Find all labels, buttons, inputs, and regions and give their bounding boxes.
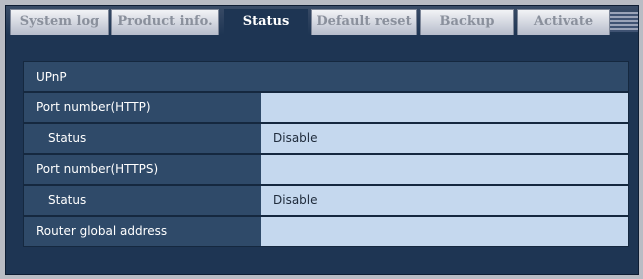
row-port-number-https: Port number(HTTPS) xyxy=(23,154,629,185)
row-http-status: Status Disable xyxy=(23,123,629,154)
tab-bar: System log Product info. Status Default … xyxy=(6,6,638,37)
row-router-global-address: Router global address xyxy=(23,216,629,247)
tab-default-reset[interactable]: Default reset xyxy=(311,9,417,35)
row-https-status: Status Disable xyxy=(23,185,629,216)
port-number-https-label: Port number(HTTPS) xyxy=(36,162,159,176)
maintenance-window: System log Product info. Status Default … xyxy=(5,5,639,275)
tab-status[interactable]: Status xyxy=(224,9,308,37)
http-status-label: Status xyxy=(48,131,87,145)
tab-activate[interactable]: Activate xyxy=(517,9,610,35)
port-number-http-label: Port number(HTTP) xyxy=(36,100,151,114)
tab-system-log[interactable]: System log xyxy=(10,9,109,35)
tab-product-info[interactable]: Product info. xyxy=(111,9,219,35)
row-port-number-http: Port number(HTTP) xyxy=(23,92,629,123)
port-number-http-value xyxy=(261,93,628,122)
port-number-https-value xyxy=(261,155,628,184)
tab-backup[interactable]: Backup xyxy=(420,9,514,35)
router-global-address-value xyxy=(261,217,628,246)
https-status-label: Status xyxy=(48,193,87,207)
router-global-address-label: Router global address xyxy=(36,224,168,238)
https-status-value: Disable xyxy=(261,186,628,215)
http-status-value: Disable xyxy=(261,124,628,153)
upnp-section-title: UPnP xyxy=(23,61,629,92)
tab-bar-decoration xyxy=(610,12,638,32)
